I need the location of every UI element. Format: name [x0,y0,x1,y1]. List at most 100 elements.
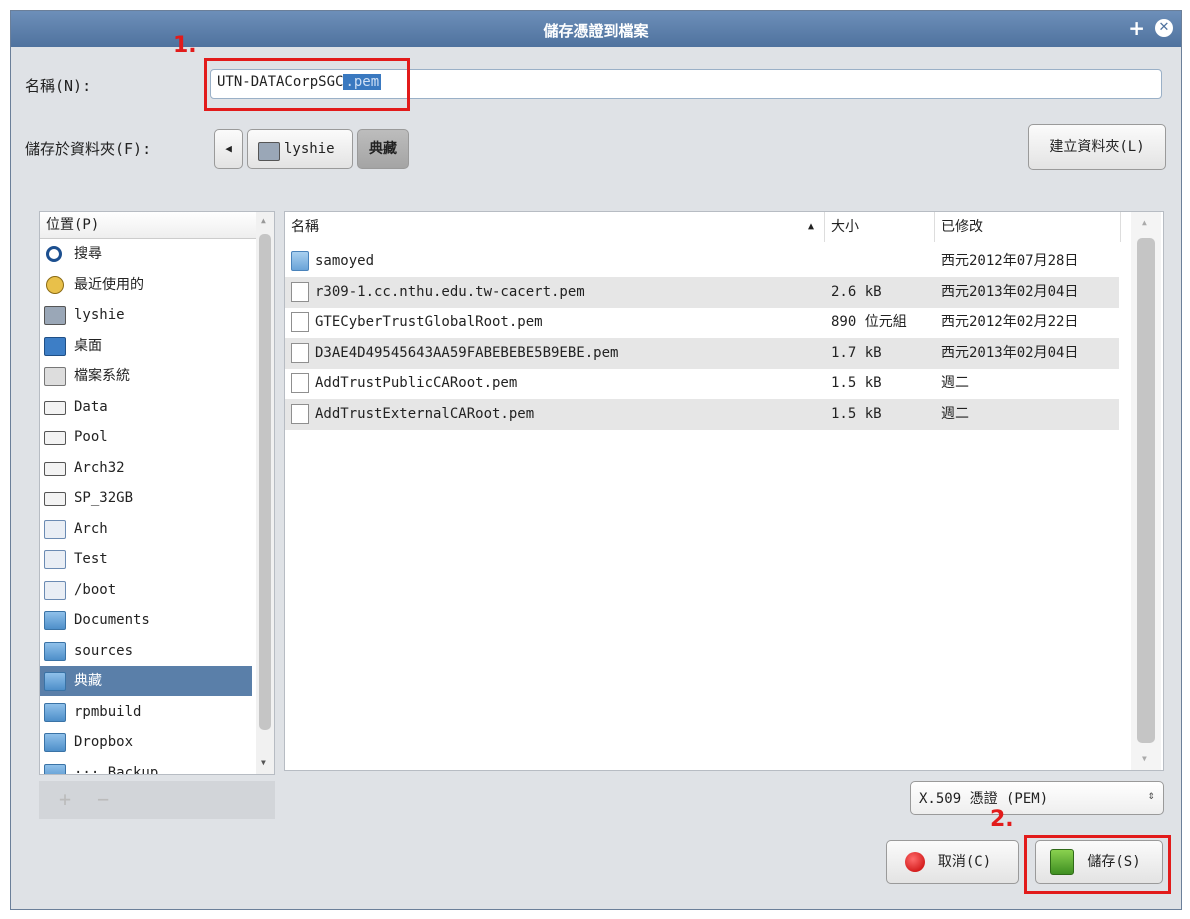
file-name: AddTrustExternalCARoot.pem [315,405,535,422]
annotation-box-1 [204,58,410,111]
cancel-button-label: 取消(C) [937,854,992,870]
sort-ascending-icon: ▲ [807,221,814,232]
file-size: 2.6 kB [831,283,882,300]
create-folder-button[interactable]: 建立資料夾(L) [1028,124,1166,170]
file-modified: 西元2013年02月04日 [941,344,1079,361]
file-scroll-up-icon[interactable]: ▲ [1142,218,1147,227]
cancel-icon [905,852,925,872]
place-item-label: Arch32 [74,459,125,476]
annotation-step-1: 1. [173,33,197,58]
place-item[interactable]: Pool [40,422,252,452]
places-scrollbar-thumb[interactable] [259,234,271,730]
file-modified: 西元2013年02月04日 [941,283,1079,300]
add-bookmark-icon[interactable]: + [59,787,71,811]
scroll-up-arrow-icon[interactable]: ▲ [261,216,266,225]
place-item[interactable]: Test [40,544,252,574]
column-header-name[interactable]: 名稱 ▲ [285,212,825,242]
file-row[interactable]: D3AE4D49545643AA59FABEBEBE5B9EBE.pem 1.7 … [285,337,1119,369]
file-modified: 週二 [941,375,969,391]
file-size: 1.7 kB [831,344,882,361]
filesystem-icon [44,367,66,386]
place-item-label: /boot [74,581,117,598]
file-scroll-down-icon[interactable]: ▼ [1142,754,1147,763]
place-item[interactable]: Arch [40,514,252,544]
annotation-box-2 [1024,835,1171,894]
close-icon[interactable]: ✕ [1155,19,1173,37]
drive-icon [44,431,66,445]
home-folder-icon [258,142,280,161]
column-header-name-label: 名稱 [291,219,319,235]
place-item-label: Test [74,551,108,567]
place-item[interactable]: 檔案系統 [40,361,252,391]
file-icon [291,373,309,393]
file-type-filter-value: X.509 憑證 (PEM) [919,791,1049,807]
combo-arrows-icon: ⇕ [1147,788,1155,802]
place-item[interactable]: SP_32GB [40,483,252,513]
file-size: 1.5 kB [831,375,882,391]
folder-icon [44,672,66,691]
annotation-step-2: 2. [990,807,1014,832]
usb-drive-icon [44,550,66,569]
place-item-label: Dropbox [74,734,134,750]
place-item[interactable]: Dropbox [40,727,252,757]
file-row[interactable]: samoyed 西元2012年07月28日 [285,246,1119,277]
place-item[interactable]: 典藏 [40,666,252,696]
place-item-label: 典藏 [74,673,102,689]
maximize-plus-icon[interactable]: + [1128,16,1145,40]
usb-drive-icon [44,519,66,539]
file-row[interactable]: AddTrustPublicCARoot.pem 1.5 kB 週二 [285,368,1119,399]
column-header-size[interactable]: 大小 [825,212,935,242]
place-item[interactable]: /boot [40,575,252,605]
file-name: AddTrustPublicCARoot.pem [315,375,518,391]
file-name: r309-1.cc.nthu.edu.tw-cacert.pem [315,283,585,300]
folder-icon [291,251,309,271]
place-item[interactable]: Data [40,392,252,422]
place-item-label: ··· Backup [74,764,159,775]
usb-drive-icon [44,580,66,600]
home-folder-icon [44,306,66,325]
place-item-label: sources [74,642,134,659]
place-item-label: rpmbuild [74,703,142,720]
place-item[interactable]: Arch32 [40,453,252,483]
place-item-label: SP_32GB [74,490,134,506]
file-size: 1.5 kB [831,405,882,422]
cancel-button[interactable]: 取消(C) [886,840,1019,884]
place-item-label: Data [74,398,108,415]
place-item[interactable]: rpmbuild [40,697,252,727]
file-row[interactable]: r309-1.cc.nthu.edu.tw-cacert.pem 2.6 kB 西元… [285,276,1119,308]
file-name: GTECyberTrustGlobalRoot.pem [315,314,543,330]
file-modified: 西元2012年02月22日 [941,314,1079,330]
scroll-down-arrow-icon[interactable]: ▼ [261,758,266,767]
file-name: samoyed [315,253,375,269]
places-scrollbar[interactable]: ▲ ▼ [256,212,274,774]
place-item[interactable]: 桌面 [40,331,252,361]
place-item-label: 搜尋 [74,246,102,262]
remove-bookmark-icon[interactable]: − [97,787,109,811]
path-crumb-current[interactable]: 典藏 [357,129,409,169]
place-item[interactable]: ··· Backup [40,758,252,775]
folder-icon [44,641,66,661]
drive-icon [44,400,66,415]
file-icon [291,312,309,332]
save-certificate-dialog: 儲存憑證到檔案 + ✕ 名稱(N): UTN-DATACorpSGC .pem 1… [10,10,1182,910]
path-back-button[interactable]: ◀ [214,129,243,169]
file-list-scrollbar[interactable]: ▲ ▼ [1131,212,1161,770]
place-item[interactable]: 最近使用的 [40,270,252,300]
file-type-filter-select[interactable]: X.509 憑證 (PEM) ⇕ [910,781,1164,815]
drive-icon [44,492,66,506]
file-row[interactable]: AddTrustExternalCARoot.pem 1.5 kB 週二 [285,398,1119,430]
file-name: D3AE4D49545643AA59FABEBEBE5B9EBE.pem [315,344,619,361]
place-item[interactable]: 搜尋 [40,239,252,269]
path-crumb-lyshie-label: lyshie [284,141,335,157]
place-item-label: Arch [74,520,108,537]
place-item[interactable]: Documents [40,605,252,635]
place-item[interactable]: sources [40,636,252,666]
place-item[interactable]: lyshie [40,300,252,330]
place-item-label: Pool [74,429,108,445]
path-crumb-lyshie[interactable]: lyshie [247,129,353,169]
column-header-modified[interactable]: 已修改 [935,212,1121,242]
file-list: 名稱 ▲ 大小 已修改 samoyed 西元2012年07月28日 r309-1.c… [284,211,1164,771]
file-row[interactable]: GTECyberTrustGlobalRoot.pem 890 位元組 西元2012… [285,307,1119,338]
file-list-scrollbar-thumb[interactable] [1137,238,1155,743]
folder-icon [44,702,66,722]
